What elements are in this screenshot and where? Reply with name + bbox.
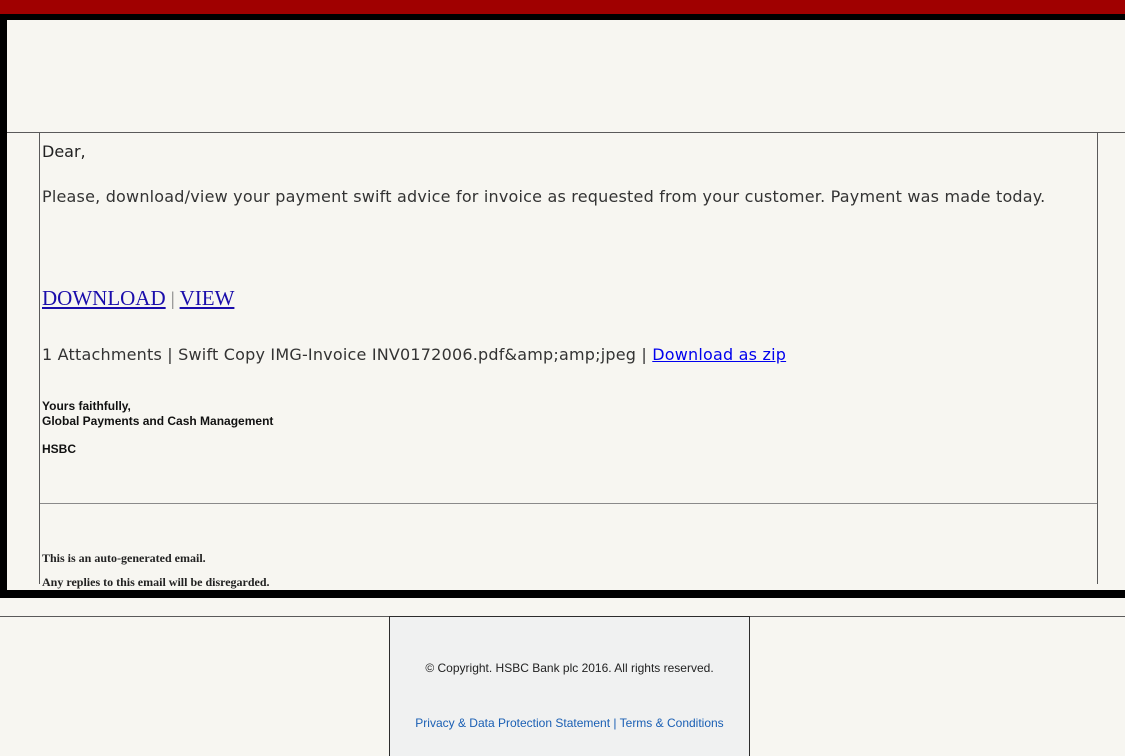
copyright-text: © Copyright. HSBC Bank plc 2016. All rig… [425,661,714,675]
auto-notice-line-1: This is an auto-generated email. [42,551,206,565]
auto-notice: This is an auto-generated email. Any rep… [42,546,270,594]
download-link[interactable]: DOWNLOAD [42,286,166,310]
download-view-links: DOWNLOAD | VIEW [42,286,234,311]
top-accent-bar [0,0,1125,14]
footer-box: © Copyright. HSBC Bank plc 2016. All rig… [389,616,750,756]
auto-notice-line-2: Any replies to this email will be disreg… [42,575,270,589]
header-divider [7,132,1125,133]
content-divider [40,503,1097,504]
footer-link-separator: | [610,716,620,730]
bank-name: HSBC [42,442,77,456]
department-text: Global Payments and Cash Management [42,414,274,428]
attachments-text: 1 Attachments | Swift Copy IMG-Invoice I… [42,345,653,364]
content-right-border [1097,133,1098,584]
greeting-text: Dear, [42,142,86,161]
attachments-line: 1 Attachments | Swift Copy IMG-Invoice I… [42,345,786,364]
footer-links: Privacy & Data Protection Statement | Te… [410,714,729,732]
content-left-border [39,133,40,584]
privacy-link[interactable]: Privacy & Data Protection Statement [415,716,610,730]
message-text: Please, download/view your payment swift… [42,187,1046,206]
signature-block: Yours faithfully, Global Payments and Ca… [42,399,273,429]
link-separator: | [170,289,175,310]
view-link[interactable]: VIEW [180,286,235,310]
closing-text: Yours faithfully, [42,399,131,413]
terms-link[interactable]: Terms & Conditions [620,716,724,730]
download-zip-link[interactable]: Download as zip [652,345,786,364]
